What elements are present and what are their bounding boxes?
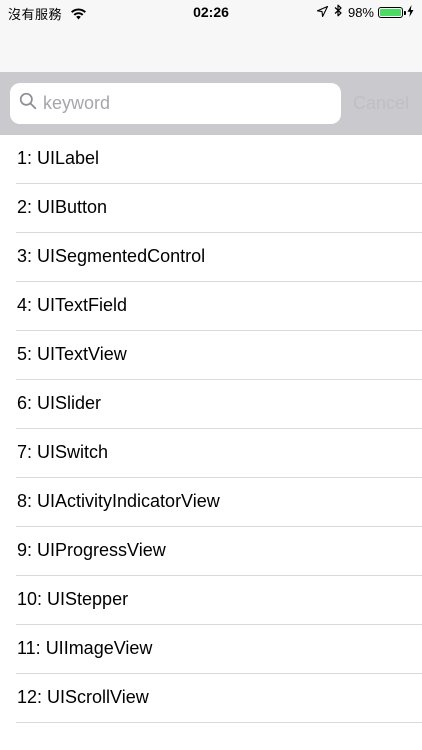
table-row[interactable]: 10: UIStepper	[0, 576, 422, 625]
row-label: 6: UISlider	[17, 393, 102, 413]
row-label: 7: UISwitch	[17, 442, 109, 462]
search-bar: Cancel	[0, 72, 422, 135]
row-label: 11: UIImageView	[17, 638, 153, 658]
status-bar: 沒有服務 02:26 98%	[0, 0, 422, 24]
charging-bolt-icon	[407, 4, 414, 20]
table-row[interactable]: 1: UILabel	[0, 135, 422, 184]
table-row[interactable]: 4: UITextField	[0, 282, 422, 331]
row-label: 2: UIButton	[17, 197, 108, 217]
row-label: 12: UIScrollView	[17, 687, 149, 707]
table-row[interactable]: 3: UISegmentedControl	[0, 233, 422, 282]
search-input[interactable]	[43, 93, 323, 114]
search-field[interactable]	[10, 83, 341, 124]
row-label: 1: UILabel	[17, 148, 100, 168]
row-label: 3: UISegmentedControl	[17, 246, 206, 266]
battery-percent: 98%	[347, 4, 374, 20]
table-row[interactable]: 5: UITextView	[0, 331, 422, 380]
table-row[interactable]: 6: UISlider	[0, 380, 422, 429]
battery-level-fill	[380, 8, 401, 16]
cancel-button[interactable]: Cancel	[353, 93, 409, 114]
navigation-bar	[0, 24, 422, 72]
table-row[interactable]: 11: UIImageView	[0, 625, 422, 674]
search-icon	[10, 92, 37, 115]
row-label: 10: UIStepper	[17, 589, 129, 609]
location-arrow-icon	[316, 5, 329, 20]
table-row[interactable]: 12: UIScrollView	[0, 674, 422, 723]
table-row[interactable]: 7: UISwitch	[0, 429, 422, 478]
table-row[interactable]: 2: UIButton	[0, 184, 422, 233]
row-label: 5: UITextView	[17, 344, 127, 364]
row-label: 9: UIProgressView	[17, 540, 166, 560]
controls-table: 1: UILabel 2: UIButton 3: UISegmentedCon…	[0, 135, 422, 723]
row-label: 8: UIActivityIndicatorView	[17, 491, 220, 511]
table-row[interactable]: 9: UIProgressView	[0, 527, 422, 576]
row-label: 4: UITextField	[17, 295, 128, 315]
status-right: 98%	[316, 4, 414, 20]
bluetooth-icon	[334, 4, 342, 20]
battery-icon	[378, 6, 406, 18]
table-row[interactable]: 8: UIActivityIndicatorView	[0, 478, 422, 527]
